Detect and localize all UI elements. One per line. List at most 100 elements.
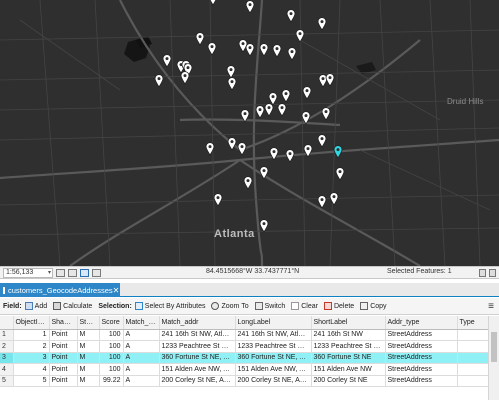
- table-cell[interactable]: 360 Fortune St NE, Atla...: [159, 352, 236, 364]
- map-pin-icon[interactable]: [245, 0, 255, 14]
- table-cell[interactable]: 241 16th St NW: [311, 329, 386, 341]
- table-row[interactable]: 4 4 Point M 100 A 151 Alden Ave NW, Atl... 151 …: [0, 363, 497, 376]
- map-pin-icon[interactable]: [269, 147, 279, 161]
- column-header[interactable]: Status: [77, 316, 100, 330]
- map-pin-icon[interactable]: [243, 176, 253, 190]
- map-pin-icon[interactable]: [154, 74, 164, 88]
- vertical-scrollbar[interactable]: [488, 316, 499, 400]
- table-cell[interactable]: Point: [49, 340, 78, 353]
- table-cell[interactable]: 100: [99, 340, 124, 353]
- table-cell[interactable]: 100: [99, 329, 124, 341]
- column-header[interactable]: ObjectID *: [13, 316, 50, 330]
- map-pin-icon[interactable]: [264, 103, 274, 117]
- calculate-field-button[interactable]: Calculate: [53, 302, 92, 310]
- table-cell[interactable]: 100: [99, 352, 124, 364]
- selected-map-pin-icon[interactable]: [333, 145, 343, 159]
- map-pin-icon[interactable]: [227, 137, 237, 151]
- scrollbar-thumb[interactable]: [491, 332, 497, 362]
- zoom-to-button[interactable]: Zoom To: [211, 302, 249, 310]
- table-cell[interactable]: 5: [13, 375, 50, 387]
- refresh-icon[interactable]: [489, 269, 496, 277]
- map-pin-icon[interactable]: [237, 142, 247, 156]
- table-cell[interactable]: StreetAddress: [385, 340, 458, 353]
- select-by-attributes-button[interactable]: Select By Attributes: [134, 302, 205, 310]
- map-pin-icon[interactable]: [259, 43, 269, 57]
- table-cell[interactable]: 151 Alden Ave NW, Atl...: [159, 363, 236, 376]
- table-icon[interactable]: [68, 268, 77, 277]
- add-field-button[interactable]: Add: [24, 302, 47, 310]
- column-header[interactable]: Score: [99, 316, 124, 330]
- table-cell[interactable]: StreetAddress: [385, 329, 458, 341]
- table-cell[interactable]: 1: [13, 329, 50, 341]
- tab-attribute-table[interactable]: customers_GeocodeAddresses ✕: [0, 283, 120, 297]
- map-pin-icon[interactable]: [317, 134, 327, 148]
- table-cell[interactable]: A: [123, 363, 160, 376]
- map-pin-icon[interactable]: [240, 109, 250, 123]
- column-header[interactable]: ShortLabel: [311, 316, 386, 330]
- table-cell[interactable]: 200 Corley St NE, Atlan...: [159, 375, 236, 387]
- column-header[interactable]: Addr_type: [385, 316, 458, 330]
- table-cell[interactable]: 1233 Peachtree St NE: [311, 340, 386, 353]
- table-cell[interactable]: M: [77, 375, 100, 387]
- table-cell[interactable]: 3: [13, 352, 50, 364]
- table-cell[interactable]: M: [77, 329, 100, 341]
- table-cell[interactable]: Point: [49, 352, 78, 364]
- map-pin-icon[interactable]: [285, 149, 295, 163]
- map-pin-icon[interactable]: [335, 167, 345, 181]
- map-pin-icon[interactable]: [162, 54, 172, 68]
- table-cell[interactable]: 241 16th St NW, Atlant...: [235, 329, 312, 341]
- map-pin-icon[interactable]: [302, 86, 312, 100]
- row-selector[interactable]: 3: [0, 352, 14, 364]
- table-cell[interactable]: 360 Fortune St NE, Atla...: [235, 352, 312, 364]
- table-cell[interactable]: 200 Corley St NE: [311, 375, 386, 387]
- table-cell[interactable]: StreetAddress: [385, 352, 458, 364]
- table-cell[interactable]: M: [77, 363, 100, 376]
- table-cell[interactable]: 151 Alden Ave NW: [311, 363, 386, 376]
- table-row[interactable]: 3 3 Point M 100 A 360 Fortune St NE, Atla... 36…: [0, 352, 497, 364]
- table-cell[interactable]: 99.22: [99, 375, 124, 387]
- map-pin-icon[interactable]: [281, 89, 291, 103]
- map-pin-icon[interactable]: [317, 195, 327, 209]
- delete-button[interactable]: Delete: [323, 302, 354, 310]
- map-pin-icon[interactable]: [227, 77, 237, 91]
- table-cell[interactable]: Point: [49, 363, 78, 376]
- table-cell[interactable]: 4: [13, 363, 50, 376]
- scale-selector[interactable]: 1:56,133 ▾: [3, 267, 53, 278]
- map-pin-icon[interactable]: [259, 219, 269, 233]
- table-cell[interactable]: 2: [13, 340, 50, 353]
- map-pin-icon[interactable]: [329, 192, 339, 206]
- table-cell[interactable]: 100: [99, 363, 124, 376]
- row-selector[interactable]: 2: [0, 340, 14, 353]
- table-cell[interactable]: A: [123, 329, 160, 341]
- map-pin-icon[interactable]: [277, 103, 287, 117]
- map-pin-icon[interactable]: [301, 111, 311, 125]
- close-icon[interactable]: ✕: [113, 286, 120, 295]
- row-selector-header[interactable]: [0, 316, 14, 330]
- table-cell[interactable]: StreetAddress: [385, 363, 458, 376]
- table-cell[interactable]: A: [123, 340, 160, 353]
- map-pin-icon[interactable]: [321, 107, 331, 121]
- row-selector[interactable]: 4: [0, 363, 14, 376]
- map-pin-icon[interactable]: [325, 73, 335, 87]
- attribute-table[interactable]: ObjectID * Shape * Status Score Match_type Ma…: [0, 316, 499, 400]
- pause-icon[interactable]: [479, 269, 486, 277]
- snapping-icon[interactable]: [80, 268, 89, 277]
- map-pin-icon[interactable]: [259, 166, 269, 180]
- table-cell[interactable]: 1233 Peachtree St NE, ...: [235, 340, 312, 353]
- switch-selection-button[interactable]: Switch: [254, 302, 285, 310]
- table-cell[interactable]: 360 Fortune St NE: [311, 352, 386, 364]
- map-pin-icon[interactable]: [245, 43, 255, 57]
- row-selector[interactable]: 5: [0, 375, 14, 387]
- map-pin-icon[interactable]: [286, 9, 296, 23]
- map-pin-icon[interactable]: [205, 142, 215, 156]
- map-pin-icon[interactable]: [303, 144, 313, 158]
- table-cell[interactable]: 1233 Peachtree St NE, ...: [159, 340, 236, 353]
- table-cell[interactable]: Point: [49, 329, 78, 341]
- table-cell[interactable]: 151 Alden Ave NW, Atl...: [235, 363, 312, 376]
- column-header[interactable]: LongLabel: [235, 316, 312, 330]
- table-cell[interactable]: M: [77, 352, 100, 364]
- table-cell[interactable]: 241 16th St NW, Atlant...: [159, 329, 236, 341]
- table-row[interactable]: 1 1 Point M 100 A 241 16th St NW, Atlant... 241…: [0, 329, 497, 341]
- column-header[interactable]: Shape *: [49, 316, 78, 330]
- map-pin-icon[interactable]: [295, 29, 305, 43]
